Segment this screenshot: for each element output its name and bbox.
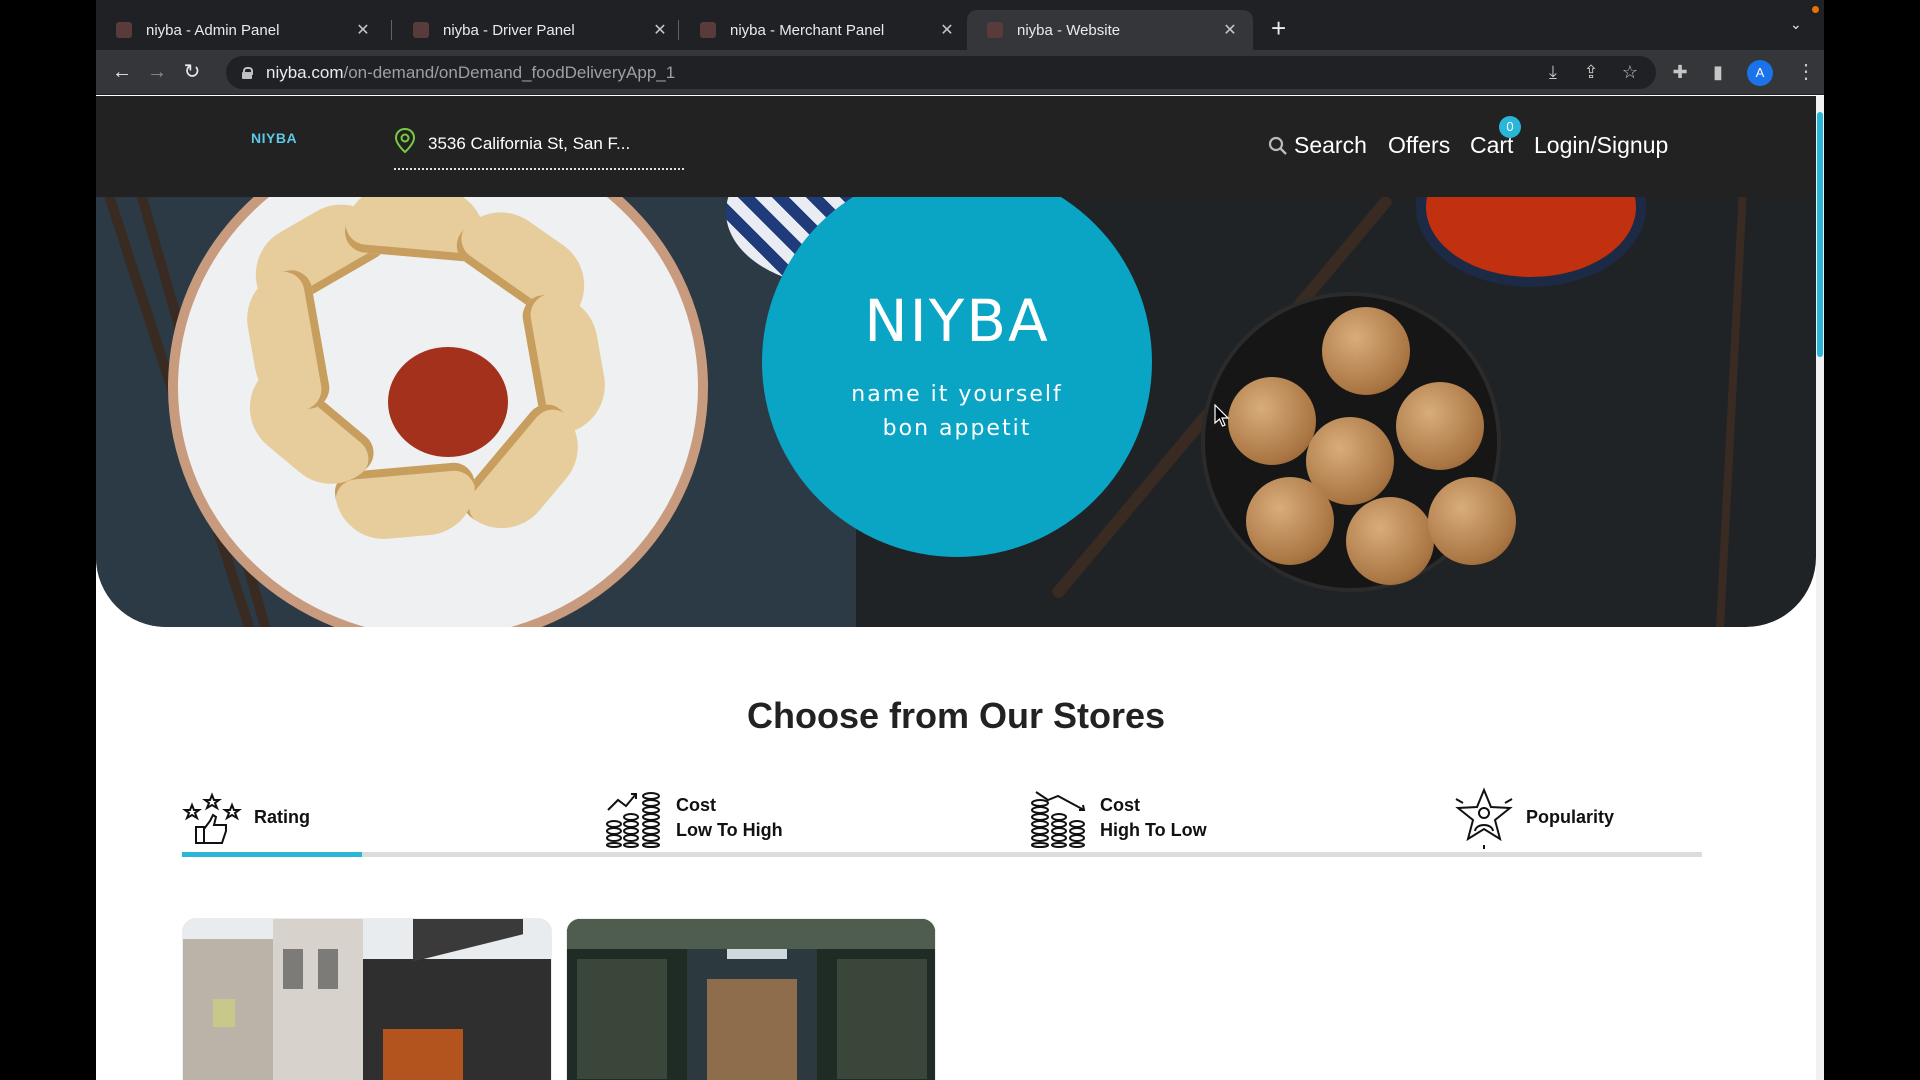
address-bar[interactable]: niyba.com/on-demand/onDemand_foodDeliver… [226,56,1656,89]
url-path: /on-demand/onDemand_foodDeliveryApp_1 [343,62,676,82]
sort-label-line: Popularity [1526,807,1615,827]
sort-tab-cost-low-to-high[interactable]: Cost Low To High [604,785,783,850]
tab-separator [678,20,679,40]
profile-avatar[interactable]: A [1747,60,1773,86]
sort-active-indicator [182,852,362,857]
extensions-puzzle-icon[interactable]: ✚ [1669,62,1691,82]
tab-website[interactable]: niyba - Website ✕ [967,10,1253,50]
fried-ball-image [1246,477,1334,565]
section-title: Choose from Our Stores [746,695,1166,736]
favicon-icon [700,22,716,38]
tab-title: niyba - Merchant Panel [730,21,885,39]
tab-title: niyba - Website [1017,21,1121,39]
fried-ball-image [1428,477,1516,565]
close-icon[interactable]: ✕ [1221,20,1239,40]
bookmark-star-icon[interactable]: ☆ [1619,62,1641,82]
close-icon[interactable]: ✕ [354,20,372,40]
chili-sauce-bowl-image [1416,197,1646,287]
fried-ball-image [1322,307,1410,395]
tab-merchant-panel[interactable]: niyba - Merchant Panel ✕ [680,10,970,50]
hero-brand-name: NIYBA [864,287,1050,355]
sort-tab-popularity[interactable]: Popularity [1454,785,1614,850]
sort-label-line: High To Low [1100,819,1207,840]
tab-admin-panel[interactable]: niyba - Admin Panel ✕ [96,10,386,50]
close-icon[interactable]: ✕ [938,20,956,40]
browser-window: niyba - Admin Panel ✕ niyba - Driver Pan… [96,0,1824,1080]
tab-separator [391,20,392,40]
site-header: NIYBA 3536 California St, San F... Searc… [96,96,1816,197]
offers-link[interactable]: Offers [1388,132,1450,159]
store-photo-image [567,919,935,1080]
browser-toolbar: ← → ↻ niyba.com/on-demand/onDemand_foodD… [96,50,1824,95]
back-arrow-icon[interactable]: ← [108,58,136,86]
scrollbar-thumb[interactable] [1817,112,1823,357]
hero-banner: NIYBA name it yourself bon appetit [96,197,1816,627]
location-pin-icon [394,128,416,154]
url-host: niyba.com [266,62,344,82]
site-logo[interactable]: NIYBA [251,130,297,146]
location-selector[interactable]: 3536 California St, San F... [394,128,684,170]
location-text: 3536 California St, San F... [428,134,631,153]
sort-label-line: Rating [254,807,310,827]
tab-driver-panel[interactable]: niyba - Driver Panel ✕ [393,10,683,50]
sort-tabs: Rating Cost Low To High Cost High To Low… [182,785,1702,860]
login-signup-link[interactable]: Login/Signup [1534,132,1668,159]
sort-label-line: Low To High [676,819,783,840]
tab-title: niyba - Admin Panel [146,21,280,39]
new-tab-button[interactable]: + [1271,14,1286,42]
sort-label: Cost Low To High [676,793,783,843]
fried-ball-image [1396,382,1484,470]
hero-tagline: name it yourself [851,382,1063,407]
store-card[interactable] [182,918,552,1080]
kebab-menu-icon[interactable]: ⋮ [1796,60,1816,84]
favicon-icon [413,22,429,38]
chopstick-image [1712,197,1748,627]
sauce-image [388,347,508,457]
tab-strip: niyba - Admin Panel ✕ niyba - Driver Pan… [96,0,1824,50]
reload-icon[interactable]: ↻ [178,58,206,86]
side-panel-icon[interactable]: ▮ [1707,62,1729,82]
search-link[interactable]: Search [1268,132,1367,159]
mouse-cursor-icon [1214,404,1230,427]
install-app-icon[interactable]: ⤓ [1542,62,1564,82]
cart-count-badge: 0 [1499,116,1521,138]
coins-down-trend-icon [1031,790,1086,848]
hero-tagline: bon appetit [882,416,1032,441]
sort-tab-cost-high-to-low[interactable]: Cost High To Low [1028,785,1207,850]
fried-ball-image [1346,497,1434,585]
sort-label-line: Cost [1100,794,1140,815]
sort-tab-rating[interactable]: Rating [182,785,310,850]
store-card[interactable] [566,918,936,1080]
lock-icon [242,66,253,79]
close-icon[interactable]: ✕ [651,20,669,40]
sort-indicator-track [182,852,1702,857]
sort-label: Popularity [1526,805,1614,830]
rating-stars-thumb-icon [182,791,242,844]
forward-arrow-icon[interactable]: → [143,58,171,86]
favicon-icon [116,22,132,38]
tab-title: niyba - Driver Panel [443,21,575,39]
store-photo-image [183,919,551,1080]
sort-label-line: Cost [676,794,716,815]
sort-label: Rating [254,805,310,830]
chevron-down-icon[interactable]: ⌄ [1790,16,1802,33]
search-label: Search [1294,132,1367,158]
popularity-star-icon [1455,786,1513,849]
coins-up-trend-icon [606,791,660,848]
notification-dot-icon [1812,6,1819,13]
share-icon[interactable]: ⇪ [1580,62,1602,82]
fried-ball-image [1228,377,1316,465]
sort-label: Cost High To Low [1100,793,1207,843]
search-icon [1268,136,1287,155]
favicon-icon [987,22,1003,38]
